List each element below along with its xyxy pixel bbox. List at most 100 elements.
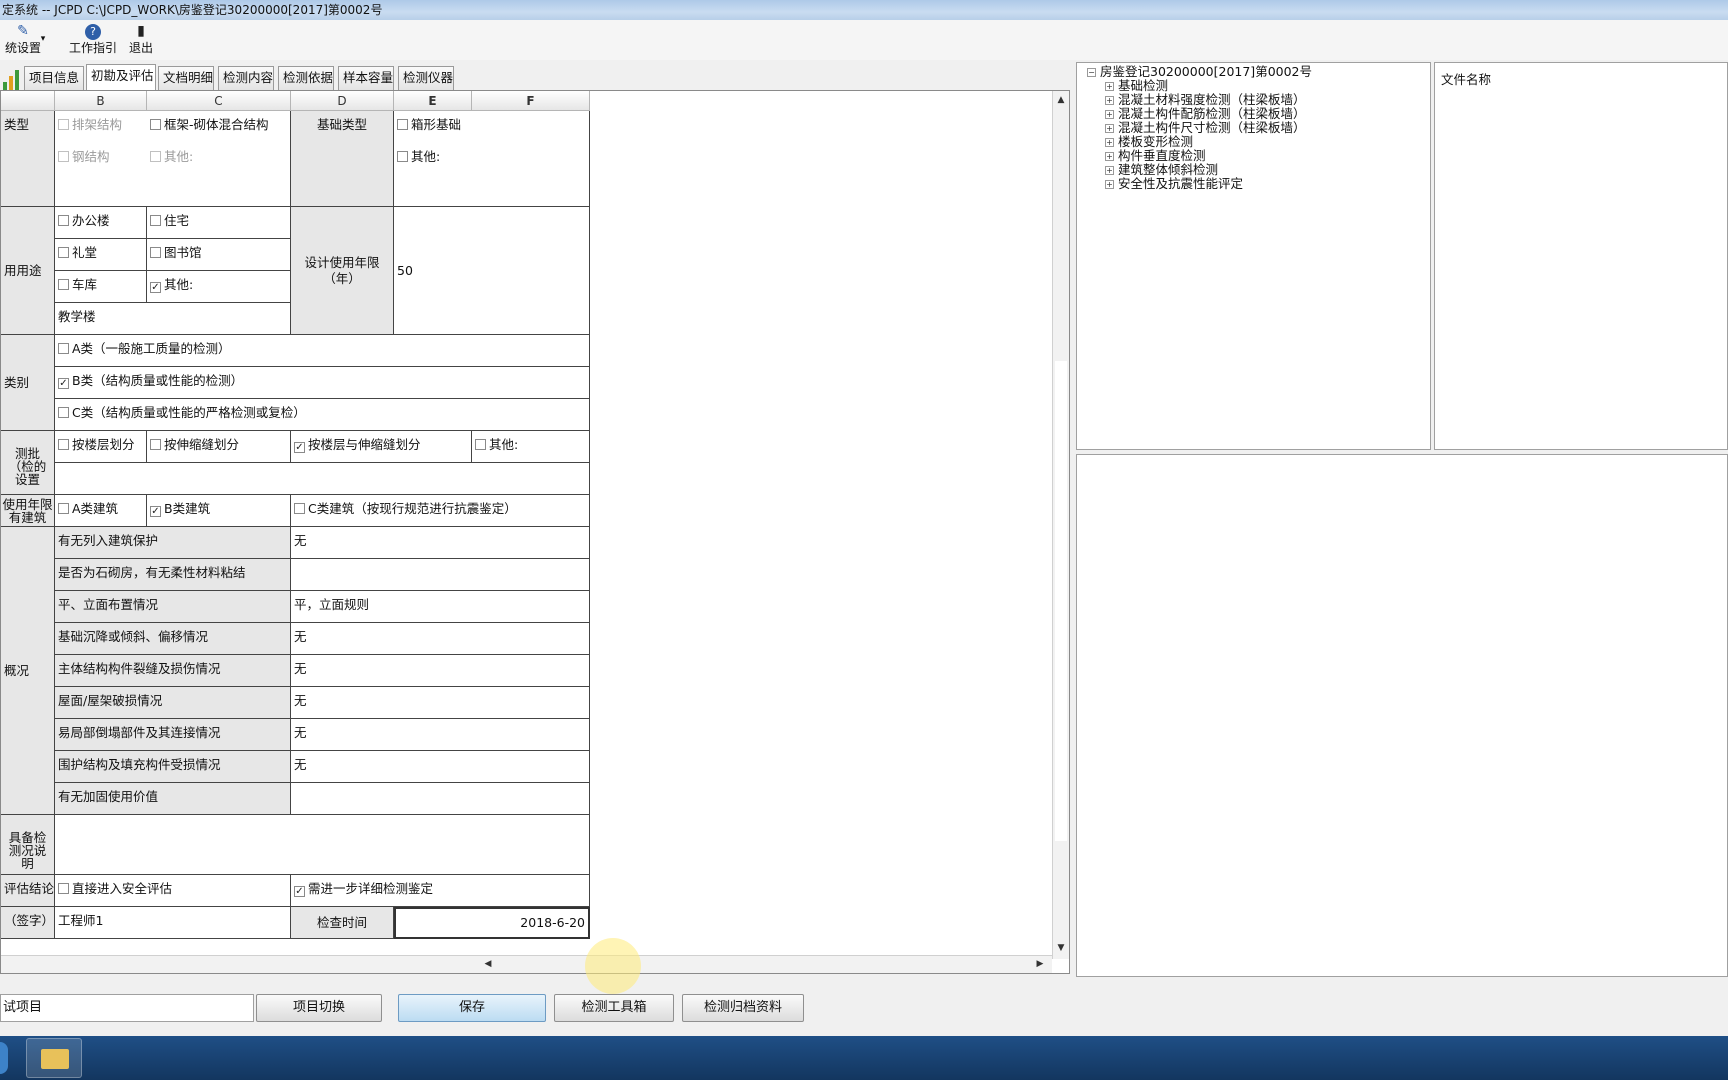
switch-project-button[interactable]: 项目切换	[256, 994, 382, 1022]
scroll-right-icon[interactable]: ▶	[1033, 957, 1047, 971]
foundation-option-box[interactable]: 箱形基础	[394, 111, 590, 143]
structure-option-steel[interactable]: 钢结构	[55, 143, 147, 175]
cursor-highlight	[585, 938, 641, 994]
conclusion-option-detailed[interactable]: ✓ 需进一步详细检测鉴定	[291, 875, 590, 907]
structure-option-bent[interactable]: 排架结构	[55, 111, 147, 143]
overview-answer[interactable]: 无	[291, 751, 590, 783]
tree-item[interactable]: + 混凝土构件配筋检测（柱梁板墙）	[1105, 107, 1306, 121]
tab-initial-survey[interactable]: 初勘及评估	[86, 64, 156, 90]
usage-option-office[interactable]: 办公楼	[55, 207, 147, 239]
batch-option-floor-joint[interactable]: ✓ 按楼层与伸缩缝划分	[291, 431, 472, 463]
taskbar-explorer[interactable]	[26, 1038, 82, 1078]
structure-type-label: 类型	[1, 111, 55, 207]
conclusion-option-safety[interactable]: 直接进入安全评估	[55, 875, 291, 907]
batch-option-floor[interactable]: 按楼层划分	[55, 431, 147, 463]
design-life-input[interactable]: 50	[394, 207, 590, 335]
tree-item[interactable]: + 构件垂直度检测	[1105, 149, 1206, 163]
usage-option-residential[interactable]: 住宅	[147, 207, 291, 239]
structure-option-frame-masonry[interactable]: 框架-砌体混合结构	[147, 111, 291, 143]
tree-item[interactable]: + 安全性及抗震性能评定	[1105, 177, 1243, 191]
tree-item[interactable]: + 混凝土构件尺寸检测（柱梁板墙）	[1105, 121, 1306, 135]
save-button[interactable]: 保存	[398, 994, 546, 1022]
expand-icon[interactable]: +	[1105, 124, 1114, 133]
usage-option-auditorium[interactable]: 礼堂	[55, 239, 147, 271]
expand-icon[interactable]: +	[1105, 138, 1114, 147]
overview-question: 主体结构构件裂缝及损伤情况	[55, 655, 291, 687]
checkbox-icon	[58, 439, 69, 450]
tree-item[interactable]: + 建筑整体倾斜检测	[1105, 163, 1218, 177]
tree-item[interactable]: + 楼板变形检测	[1105, 135, 1193, 149]
category-option-c[interactable]: C类（结构质量或性能的严格检测或复检）	[55, 399, 590, 431]
overview-answer[interactable]: 无	[291, 527, 590, 559]
checkbox-icon: ✓	[58, 378, 69, 389]
tree-item[interactable]: + 基础检测	[1105, 79, 1168, 93]
guide-button[interactable]: ? 工作指引	[66, 22, 120, 58]
overview-answer[interactable]: 无	[291, 655, 590, 687]
category-option-b[interactable]: ✓ B类（结构质量或性能的检测）	[55, 367, 590, 399]
inspection-time-input[interactable]: 2018-6-20	[394, 907, 590, 939]
checkbox-icon: ✓	[294, 442, 305, 453]
overview-answer[interactable]	[291, 783, 590, 815]
overview-label: 概况	[1, 527, 55, 815]
inspection-tree: − 房鉴登记30200000[2017]第0002号 + 基础检测 + 混凝土材料强度…	[1076, 62, 1431, 450]
tab-project-info[interactable]: 项目信息	[24, 66, 84, 90]
structure-option-other[interactable]: 其他:	[147, 143, 291, 175]
expand-icon[interactable]: +	[1105, 166, 1114, 175]
building-class-option-b[interactable]: ✓ B类建筑	[147, 495, 291, 527]
notes-input[interactable]	[55, 815, 590, 875]
expand-icon[interactable]: +	[1105, 110, 1114, 119]
checkbox-icon	[475, 439, 486, 450]
tree-item[interactable]: + 混凝土材料强度检测（柱梁板墙）	[1105, 93, 1306, 107]
batch-other-input[interactable]	[55, 463, 590, 495]
column-header-e: E	[394, 91, 472, 111]
tab-detection-content[interactable]: 检测内容	[218, 66, 274, 90]
batch-option-other[interactable]: 其他:	[472, 431, 590, 463]
detection-toolbox-button[interactable]: 检测工具箱	[554, 994, 674, 1022]
scroll-down-icon[interactable]: ▼	[1054, 941, 1068, 955]
usage-option-garage[interactable]: 车库	[55, 271, 147, 303]
tab-document-details[interactable]: 文档明细	[158, 66, 214, 90]
usage-option-other[interactable]: ✓ 其他:	[147, 271, 291, 303]
overview-answer[interactable]: 无	[291, 687, 590, 719]
scroll-thumb[interactable]	[1055, 361, 1067, 841]
usage-other-input[interactable]: 教学楼	[55, 303, 291, 335]
overview-question: 是否为石砌房，有无柔性材料粘结	[55, 559, 291, 591]
notes-label: 具备检测况说明	[1, 815, 55, 875]
checkbox-icon	[150, 215, 161, 226]
signature-input[interactable]: 工程师1	[55, 907, 291, 939]
overview-answer[interactable]: 无	[291, 719, 590, 751]
batch-option-joint[interactable]: 按伸缩缝划分	[147, 431, 291, 463]
checkbox-icon	[58, 503, 69, 514]
design-life-label: 设计使用年限（年）	[291, 207, 394, 335]
horizontal-scrollbar[interactable]: ◀ ▶	[1, 955, 1052, 973]
expand-icon[interactable]: +	[1105, 180, 1114, 189]
tab-instruments[interactable]: 检测仪器	[398, 66, 454, 90]
category-option-a[interactable]: A类（一般施工质量的检测）	[55, 335, 590, 367]
conclusion-label: 评估结论	[1, 875, 55, 907]
overview-answer[interactable]: 平，立面规则	[291, 591, 590, 623]
exit-button[interactable]: ▮ 退出	[126, 22, 156, 58]
collapse-icon[interactable]: −	[1087, 68, 1096, 77]
scroll-left-icon[interactable]: ◀	[481, 957, 495, 971]
evaluation-sheet: B C D E F 类型 排架结构 框架-砌体混合结构 钢结构 其他: 基础类型…	[0, 90, 1070, 974]
start-button[interactable]	[0, 1042, 8, 1074]
scroll-up-icon[interactable]: ▲	[1054, 93, 1068, 107]
tab-strip: 项目信息 初勘及评估 文档明细 检测内容 检测依据 样本容量 检测仪器	[0, 64, 1060, 90]
building-class-option-c[interactable]: C类建筑（按现行规范进行抗震鉴定）	[291, 495, 590, 527]
vertical-scrollbar[interactable]: ▲ ▼	[1052, 91, 1069, 959]
archive-materials-button[interactable]: 检测归档资料	[682, 994, 804, 1022]
expand-icon[interactable]: +	[1105, 152, 1114, 161]
foundation-type-label: 基础类型	[291, 111, 394, 207]
tree-root[interactable]: − 房鉴登记30200000[2017]第0002号	[1087, 65, 1312, 79]
tab-detection-basis[interactable]: 检测依据	[278, 66, 334, 90]
expand-icon[interactable]: +	[1105, 82, 1114, 91]
foundation-option-other[interactable]: 其他:	[394, 143, 590, 207]
overview-answer[interactable]	[291, 559, 590, 591]
tab-sample-size[interactable]: 样本容量	[338, 66, 394, 90]
overview-answer[interactable]: 无	[291, 623, 590, 655]
usage-option-library[interactable]: 图书馆	[147, 239, 291, 271]
overview-question: 屋面/屋架破损情况	[55, 687, 291, 719]
preview-panel	[1076, 454, 1728, 977]
building-class-option-a[interactable]: A类建筑	[55, 495, 147, 527]
expand-icon[interactable]: +	[1105, 96, 1114, 105]
